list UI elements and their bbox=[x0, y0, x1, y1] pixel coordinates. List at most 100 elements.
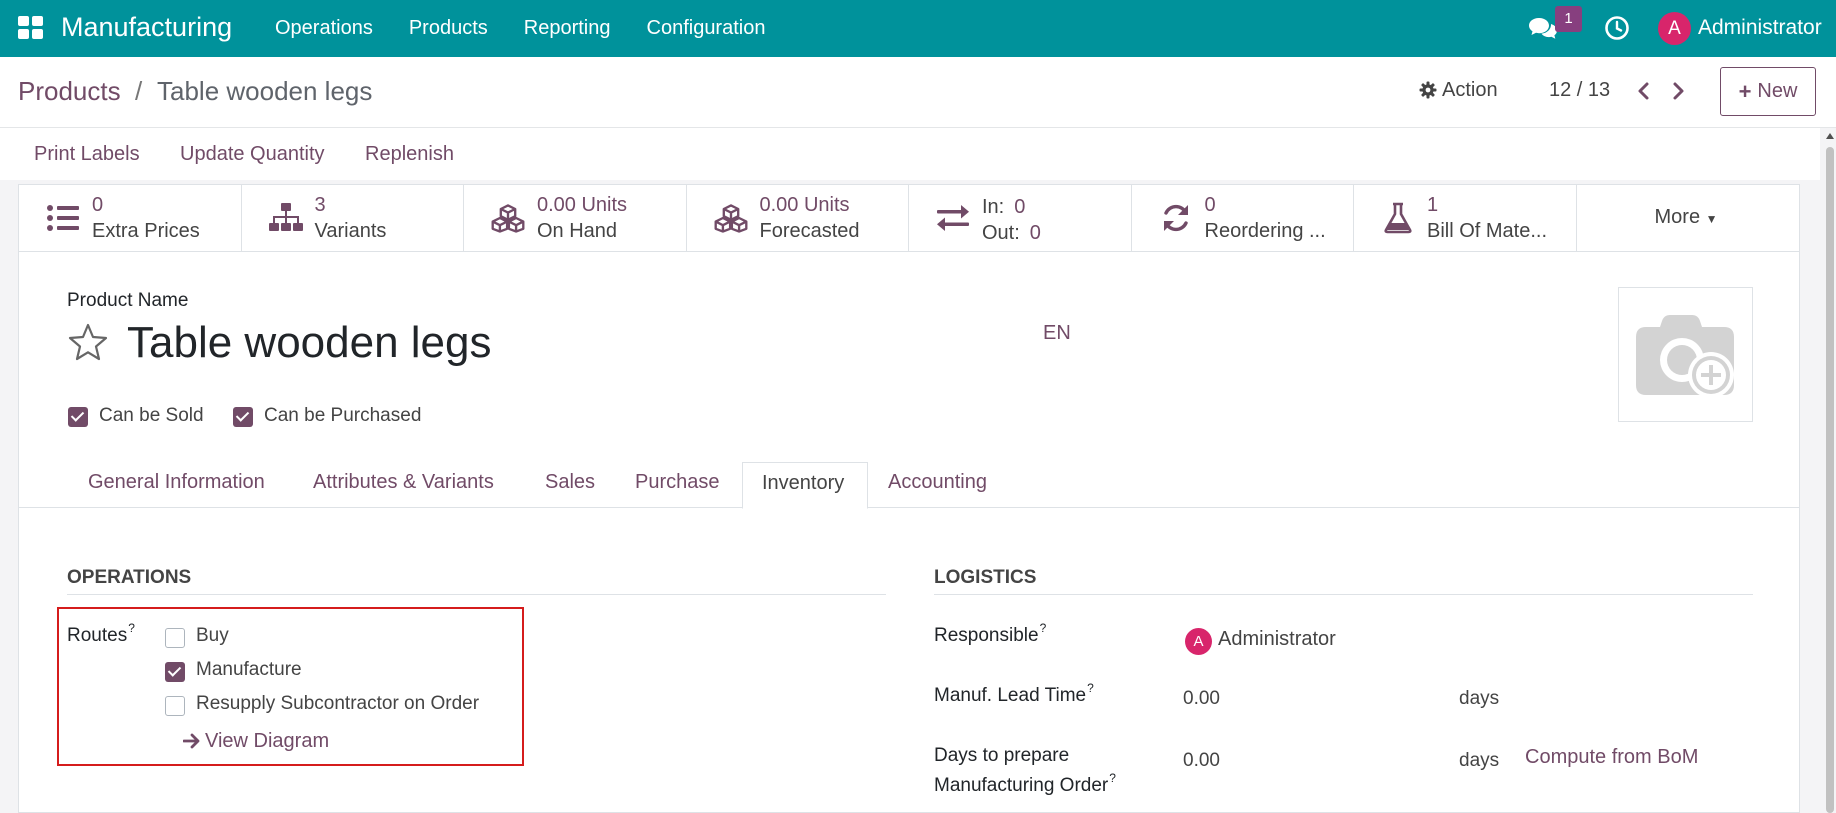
status-bar: Print Labels Update Quantity Replenish bbox=[0, 128, 1820, 180]
form-tabs: General Information Attributes & Variant… bbox=[19, 457, 1799, 509]
routes-help-icon[interactable]: ? bbox=[128, 621, 135, 635]
can-be-sold-label: Can be Sold bbox=[99, 405, 204, 426]
lead-time-field[interactable]: 0.00 bbox=[1183, 688, 1220, 710]
compute-from-bom-link[interactable]: Compute from BoM bbox=[1525, 746, 1698, 769]
forecasted-value: 0.00 Units bbox=[759, 194, 850, 216]
tab-general-information[interactable]: General Information bbox=[88, 471, 265, 494]
view-diagram-link[interactable]: View Diagram bbox=[183, 730, 329, 753]
exchange-icon bbox=[937, 205, 969, 231]
chevron-left-icon[interactable] bbox=[1636, 81, 1652, 101]
top-navbar: Manufacturing Operations Products Report… bbox=[0, 0, 1836, 57]
menu-products[interactable]: Products bbox=[409, 17, 488, 40]
route-resupply-checkbox[interactable] bbox=[165, 696, 185, 716]
route-manufacture-label: Manufacture bbox=[196, 659, 302, 680]
sitemap-icon bbox=[268, 203, 303, 231]
in-out-button[interactable]: In: 0 Out: 0 bbox=[909, 185, 1132, 251]
prepare-mo-help-icon[interactable]: ? bbox=[1109, 771, 1116, 785]
extra-prices-count: 0 bbox=[92, 194, 104, 216]
more-label: More ▼ bbox=[1654, 206, 1718, 228]
breadcrumb-products[interactable]: Products bbox=[18, 76, 121, 107]
menu-reporting[interactable]: Reporting bbox=[524, 17, 611, 40]
variants-count: 3 bbox=[314, 194, 326, 216]
operations-divider bbox=[67, 594, 886, 595]
on-hand-label: On Hand bbox=[537, 220, 618, 242]
flask-icon bbox=[1384, 202, 1412, 234]
bill-of-materials-button[interactable]: 1 Bill Of Mate... bbox=[1354, 185, 1577, 251]
prepare-mo-field[interactable]: 0.00 bbox=[1183, 750, 1220, 772]
replenish-button[interactable]: Replenish bbox=[365, 143, 454, 166]
reordering-button[interactable]: 0 Reordering ... bbox=[1132, 185, 1354, 251]
refresh-icon bbox=[1163, 204, 1188, 232]
reordering-count: 0 bbox=[1204, 194, 1216, 216]
can-be-purchased-checkbox[interactable] bbox=[233, 407, 253, 427]
scrollbar-thumb[interactable] bbox=[1826, 147, 1834, 813]
route-resupply-label: Resupply Subcontractor on Order bbox=[196, 693, 480, 714]
in-label: In: bbox=[982, 196, 1005, 218]
tab-purchase[interactable]: Purchase bbox=[635, 471, 720, 494]
can-be-sold-checkbox[interactable] bbox=[68, 407, 88, 427]
variants-label: Variants bbox=[314, 220, 387, 242]
menu-operations[interactable]: Operations bbox=[275, 17, 373, 40]
chat-icon[interactable] bbox=[1529, 16, 1557, 40]
user-avatar[interactable]: A bbox=[1658, 12, 1691, 45]
caret-down-icon: ▼ bbox=[1705, 212, 1718, 226]
scrollbar[interactable] bbox=[1825, 133, 1834, 813]
operations-title: OPERATIONS bbox=[67, 567, 192, 588]
smart-buttons: 0 Extra Prices 3 Variants 0.00 Units On … bbox=[19, 185, 1799, 252]
chat-badge: 1 bbox=[1555, 6, 1582, 32]
out-label: Out: bbox=[982, 222, 1020, 244]
tab-accounting[interactable]: Accounting bbox=[888, 471, 987, 494]
reordering-label: Reordering ... bbox=[1204, 220, 1326, 242]
language-button[interactable]: EN bbox=[1043, 322, 1071, 345]
on-hand-button[interactable]: 0.00 Units On Hand bbox=[464, 185, 687, 251]
variants-button[interactable]: 3 Variants bbox=[242, 185, 464, 251]
prepare-mo-unit: days bbox=[1459, 750, 1500, 771]
on-hand-value: 0.00 Units bbox=[537, 194, 628, 216]
tab-inventory-label: Inventory bbox=[762, 472, 845, 494]
user-name[interactable]: Administrator bbox=[1698, 16, 1822, 40]
lead-time-label: Manuf. Lead Time? bbox=[934, 681, 1094, 706]
prepare-mo-label-line2: Manufacturing Order? bbox=[934, 771, 1116, 796]
in-value: 0 bbox=[1014, 196, 1026, 218]
arrow-right-icon bbox=[183, 733, 200, 749]
action-button[interactable]: Action bbox=[1442, 79, 1498, 102]
list-icon bbox=[47, 205, 79, 231]
product-name-field[interactable]: Table wooden legs bbox=[127, 318, 491, 368]
route-buy-checkbox[interactable] bbox=[165, 628, 185, 648]
out-value: 0 bbox=[1029, 222, 1041, 244]
chevron-right-icon[interactable] bbox=[1670, 81, 1686, 101]
in-out-values: In: 0 Out: 0 bbox=[982, 194, 1041, 246]
clock-icon[interactable] bbox=[1604, 15, 1630, 41]
update-quantity-button[interactable]: Update Quantity bbox=[180, 143, 325, 166]
forecasted-label: Forecasted bbox=[759, 220, 860, 242]
gear-icon[interactable] bbox=[1419, 81, 1437, 99]
prepare-mo-label-line1: Days to prepare bbox=[934, 745, 1070, 766]
view-diagram-label: View Diagram bbox=[205, 730, 330, 752]
bom-label: Bill Of Mate... bbox=[1427, 220, 1548, 242]
extra-prices-label: Extra Prices bbox=[92, 220, 200, 242]
tab-inventory[interactable]: Inventory bbox=[742, 462, 868, 509]
tab-attributes-variants[interactable]: Attributes & Variants bbox=[313, 471, 494, 494]
scroll-up-arrow-icon[interactable] bbox=[1826, 133, 1834, 139]
breadcrumb-current: Table wooden legs bbox=[157, 76, 373, 106]
new-button[interactable]: + New bbox=[1720, 67, 1816, 116]
app-name[interactable]: Manufacturing bbox=[61, 12, 232, 43]
product-name-label: Product Name bbox=[67, 290, 189, 311]
extra-prices-button[interactable]: 0 Extra Prices bbox=[19, 185, 242, 251]
menu-configuration[interactable]: Configuration bbox=[647, 17, 766, 40]
route-manufacture-checkbox[interactable] bbox=[165, 662, 185, 682]
forecasted-button[interactable]: 0.00 Units Forecasted bbox=[687, 185, 909, 251]
responsible-label: Responsible? bbox=[934, 621, 1047, 646]
pager-value[interactable]: 12 / 13 bbox=[1549, 79, 1610, 102]
responsible-help-icon[interactable]: ? bbox=[1040, 621, 1047, 635]
lead-time-help-icon[interactable]: ? bbox=[1087, 681, 1094, 695]
print-labels-button[interactable]: Print Labels bbox=[34, 143, 140, 166]
new-button-label: New bbox=[1757, 80, 1798, 102]
tab-sales[interactable]: Sales bbox=[545, 471, 595, 494]
responsible-field[interactable]: Administrator bbox=[1218, 628, 1336, 651]
product-image[interactable] bbox=[1618, 287, 1753, 422]
more-button[interactable]: More ▼ bbox=[1577, 185, 1800, 251]
breadcrumb-separator: / bbox=[135, 76, 143, 106]
star-icon[interactable] bbox=[67, 322, 109, 362]
apps-menu-icon[interactable] bbox=[18, 16, 44, 40]
